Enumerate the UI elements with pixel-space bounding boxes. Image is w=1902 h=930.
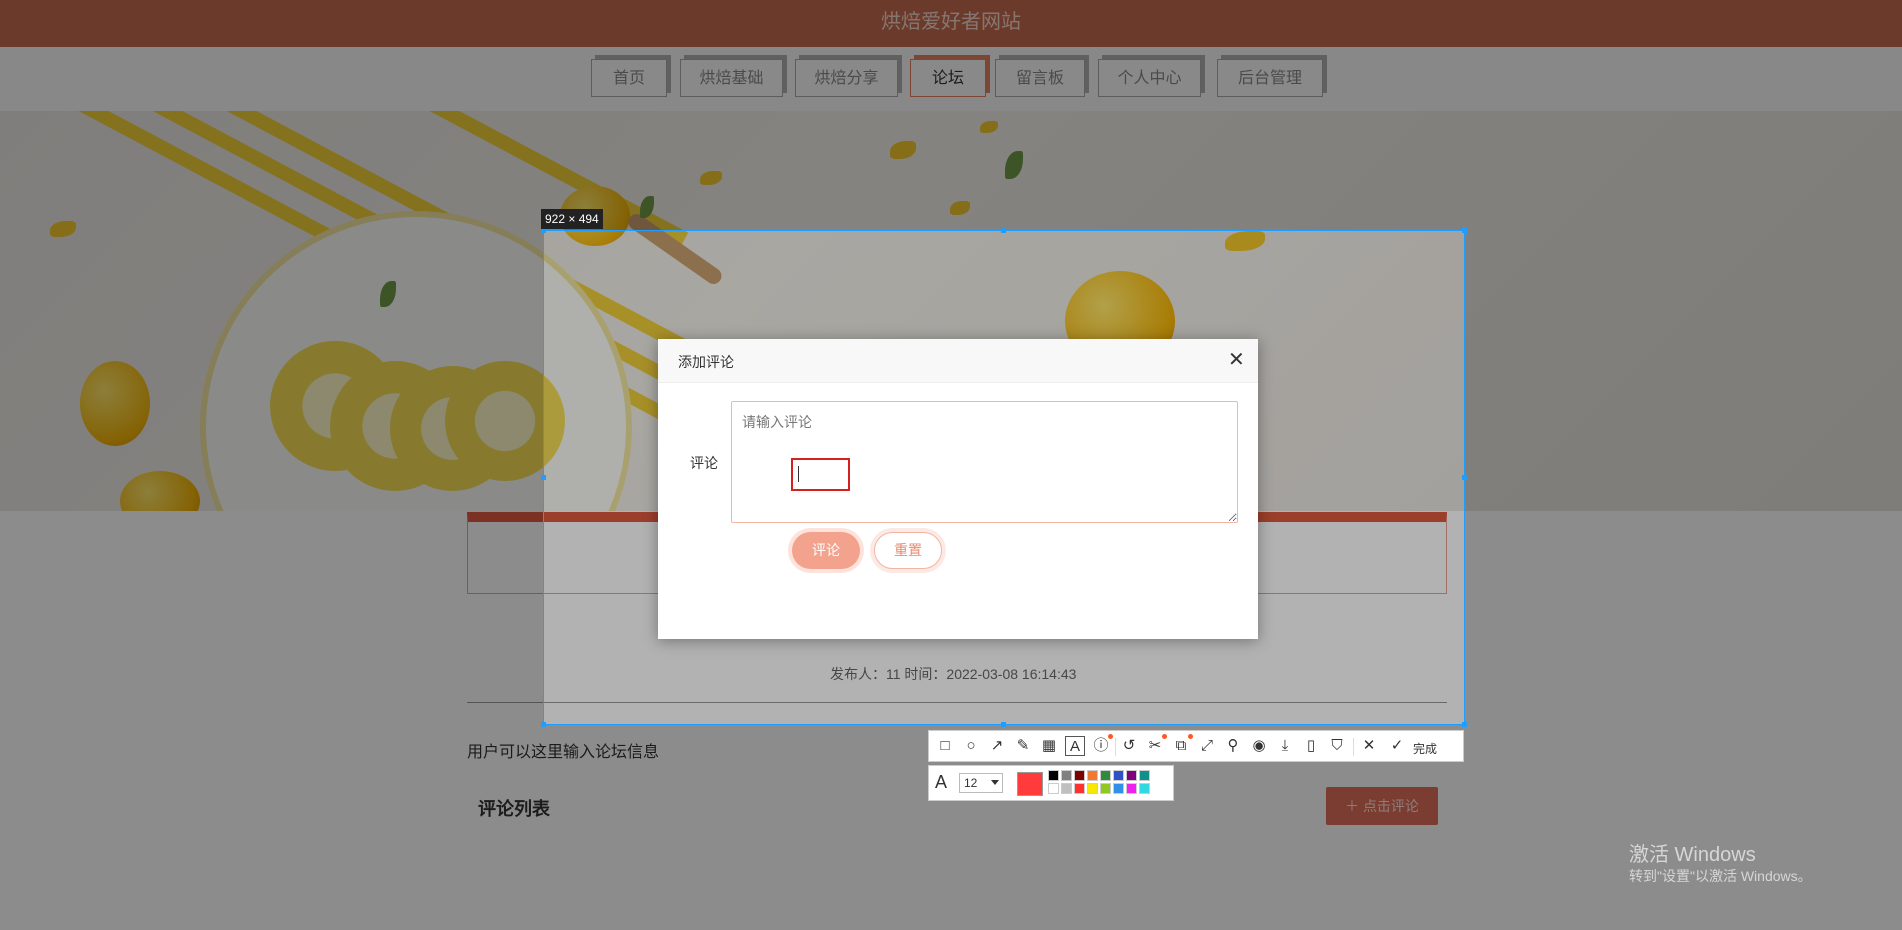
scissors-icon[interactable]: ✂ <box>1145 734 1167 756</box>
reset-button[interactable]: 重置 <box>874 532 942 569</box>
color-swatch[interactable] <box>1113 770 1124 781</box>
rectangle-icon[interactable]: □ <box>935 736 955 756</box>
pencil-icon[interactable]: ✎ <box>1013 736 1033 756</box>
color-swatch[interactable] <box>1074 770 1085 781</box>
color-swatch[interactable] <box>1126 783 1137 794</box>
color-swatch[interactable] <box>1100 770 1111 781</box>
text-icon[interactable]: A <box>1065 736 1085 756</box>
color-swatch[interactable] <box>1074 783 1085 794</box>
screen-dim-overlay <box>1465 230 1902 725</box>
color-swatch[interactable] <box>1100 783 1111 794</box>
ellipse-icon[interactable]: ○ <box>961 736 981 756</box>
resize-handle[interactable] <box>1462 228 1467 233</box>
resize-handle[interactable] <box>541 722 546 727</box>
check-icon[interactable]: ✓ <box>1387 736 1407 756</box>
download-icon[interactable]: ⤓ <box>1275 736 1295 756</box>
color-swatch[interactable] <box>1087 770 1098 781</box>
resize-handle[interactable] <box>1001 722 1006 727</box>
arrow-icon[interactable]: ↗ <box>987 736 1007 756</box>
resize-handle[interactable] <box>1462 475 1467 480</box>
color-swatch[interactable] <box>1087 783 1098 794</box>
resize-handle[interactable] <box>541 475 546 480</box>
chevron-down-icon <box>991 780 999 785</box>
color-swatch[interactable] <box>1048 770 1059 781</box>
bookmark-icon[interactable]: ⛉ <box>1327 736 1347 756</box>
color-swatch[interactable] <box>1139 783 1150 794</box>
submit-comment-button[interactable]: 评论 <box>792 532 860 569</box>
selection-size-label: 922 × 494 <box>541 209 603 229</box>
windows-activation-subtitle: 转到"设置"以激活 Windows。 <box>1629 868 1812 884</box>
add-comment-dialog: 添加评论 ✕ 评论 评论 重置 <box>658 339 1258 639</box>
color-swatch[interactable] <box>1061 783 1072 794</box>
font-size-select[interactable]: 12 <box>959 773 1003 793</box>
font-size-value: 12 <box>964 776 978 790</box>
done-button[interactable]: 完成 <box>1413 740 1437 757</box>
color-swatch[interactable] <box>1048 783 1059 794</box>
cancel-icon[interactable]: ✕ <box>1359 736 1379 756</box>
screen-dim-overlay <box>0 0 1902 230</box>
translate-icon[interactable]: ⧉ <box>1171 734 1193 756</box>
resize-handle[interactable] <box>1462 722 1467 727</box>
dialog-title: 添加评论 <box>678 354 734 370</box>
annotation-text-box[interactable] <box>791 458 850 491</box>
color-swatch[interactable] <box>1139 770 1150 781</box>
resize-handle[interactable] <box>1001 228 1006 233</box>
color-swatch[interactable] <box>1061 770 1072 781</box>
color-swatch[interactable] <box>1113 783 1124 794</box>
screen-dim-overlay <box>0 230 543 725</box>
current-color-swatch[interactable] <box>1017 772 1043 796</box>
undo-icon[interactable]: ↺ <box>1119 736 1139 756</box>
color-swatch[interactable] <box>1126 770 1137 781</box>
scroll-capture-icon[interactable]: ⤢ <box>1197 736 1217 756</box>
phone-icon[interactable]: ▯ <box>1301 736 1321 756</box>
comment-label: 评论 <box>690 455 718 471</box>
font-size-icon: A <box>935 772 948 792</box>
dialog-header: 添加评论 ✕ <box>658 339 1258 383</box>
text-style-toolbar: A 12 <box>928 765 1174 801</box>
close-icon[interactable]: ✕ <box>1228 350 1245 370</box>
pin-icon[interactable]: ⚲ <box>1223 736 1243 756</box>
record-icon[interactable]: ◉ <box>1249 736 1269 756</box>
windows-activation-title: 激活 Windows <box>1629 844 1756 866</box>
text-cursor <box>798 466 799 482</box>
info-icon[interactable]: ⓘ <box>1091 734 1113 756</box>
mosaic-icon[interactable]: ▦ <box>1039 736 1059 756</box>
capture-toolbar: □ ○ ↗ ✎ ▦ A ⓘ ↺ ✂ ⧉ ⤢ ⚲ ◉ ⤓ ▯ ⛉ ✕ ✓ 完成 <box>928 730 1464 762</box>
